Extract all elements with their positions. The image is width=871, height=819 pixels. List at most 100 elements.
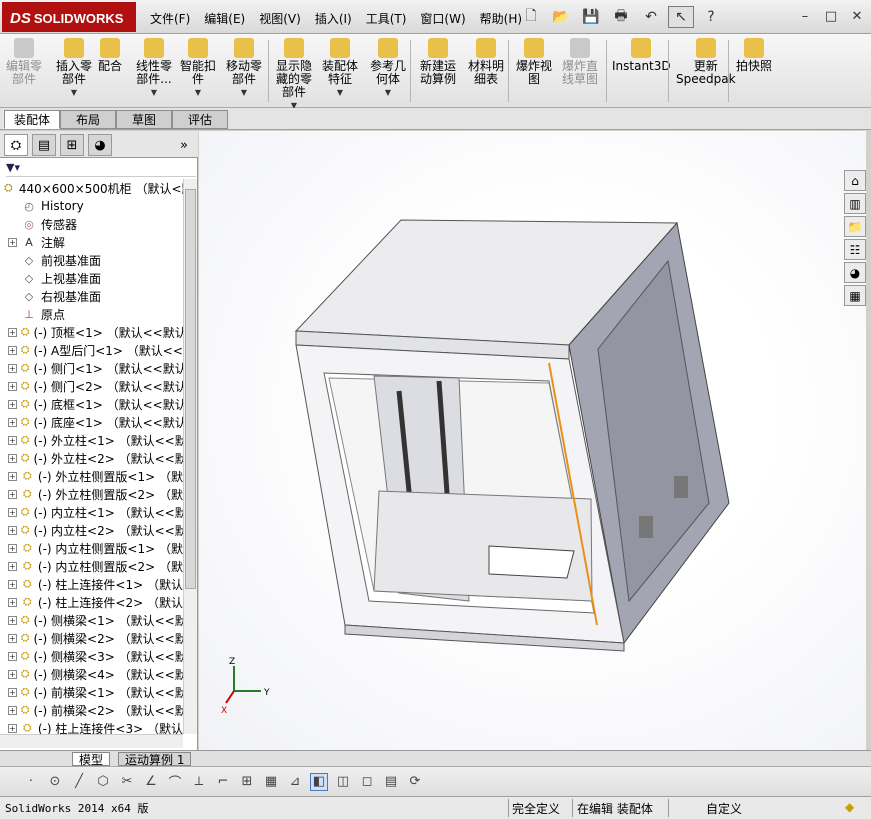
expand-icon[interactable]: + [8,489,17,499]
tree-row[interactable]: ◇ 右视基准面 [0,287,183,305]
expand-icon[interactable]: + [8,651,17,661]
ribbon-button-9[interactable]: 新建运 动算例 [420,38,456,86]
expand-icon[interactable]: + [8,453,17,463]
motion-study-tab[interactable]: 运动算例 1 [118,752,192,767]
print-icon[interactable]: 🖶 [608,6,634,28]
expand-icon[interactable]: + [8,705,17,715]
design-library-icon[interactable]: ▥ [844,193,866,214]
ribbon-button-0[interactable]: 编辑零 部件 [6,38,42,86]
ribbon-button-13[interactable]: Instant3D [612,38,671,73]
tree-row[interactable]: ⊥ 原点 [0,305,183,323]
menu-item-1[interactable]: 编辑(E) [204,10,245,27]
tree-row[interactable]: + ⛭ (-) 前横梁<2> （默认<<默 [0,701,183,719]
menu-item-5[interactable]: 窗口(W) [420,10,465,27]
tree-row[interactable]: ◇ 上视基准面 [0,269,183,287]
tree-row[interactable]: + ⛭ (-) 侧横梁<1> （默认<<默 [0,611,183,629]
expand-icon[interactable]: + [8,525,17,535]
ribbon-button-1[interactable]: 插入零 部件 ▼ [56,38,92,99]
save-icon[interactable]: 💾 [578,6,604,28]
line-icon[interactable]: ╱ [70,773,88,791]
open-folder-icon[interactable]: 📂 [548,6,574,28]
tree-row[interactable]: + ⛭ (-) 前横梁<1> （默认<<默 [0,683,183,701]
ribbon-button-15[interactable]: 拍快照 [736,38,772,73]
view-palette-icon[interactable]: ☷ [844,239,866,260]
maximize-icon[interactable]: □ [821,7,841,25]
rebuild-icon[interactable]: ⟳ [406,773,424,791]
tree-row[interactable]: ◎ 传感器 [0,215,183,233]
dropdown-arrow-icon[interactable]: ▼ [195,86,201,99]
dropdown-arrow-icon[interactable]: ▼ [337,86,343,99]
scrollbar-thumb[interactable] [185,189,196,589]
arc-icon[interactable]: ⌒ [166,773,184,791]
ribbon-button-10[interactable]: 材料明 细表 [468,38,504,86]
tree-row[interactable]: + ⛭ (-) 内立柱侧置版<1> （默 [0,539,183,557]
command-tab-1[interactable]: 布局 [60,110,116,129]
menu-item-0[interactable]: 文件(F) [150,10,190,27]
grid-icon[interactable]: ⊞ [238,773,256,791]
tree-filter[interactable]: ▼▾ [6,161,196,177]
tree-row[interactable]: + ⛭ (-) 内立柱<1> （默认<<默 [0,503,183,521]
close-icon[interactable]: ✕ [847,7,867,25]
home-icon[interactable]: ⌂ [844,170,866,191]
expand-icon[interactable]: + [8,597,17,607]
trim-icon[interactable]: ✂ [118,773,136,791]
polygon-icon[interactable]: ⬡ [94,773,112,791]
section-icon[interactable]: ▤ [382,773,400,791]
table-icon[interactable]: ▦ [262,773,280,791]
solidworks-logo[interactable]: DS SOLIDWORKS [2,2,136,32]
menu-item-2[interactable]: 视图(V) [259,10,301,27]
ribbon-button-2[interactable]: 配合 [98,38,122,73]
model-tab[interactable]: 模型 [72,752,111,767]
tree-row[interactable]: + ⛭ (-) 侧门<2> （默认<<默认 [0,377,183,395]
ribbon-button-4[interactable]: 智能扣 件 ▼ [180,38,216,99]
select-cursor-icon[interactable]: ↖ [668,6,694,28]
expand-icon[interactable]: + [8,363,17,373]
tree-row[interactable]: + ⛭ (-) 底座<1> （默认<<默认 [0,413,183,431]
custom-properties-icon[interactable]: ▦ [844,285,866,306]
tree-row[interactable]: + ⛭ (-) 底框<1> （默认<<默认 [0,395,183,413]
configuration-manager-tab-icon[interactable]: ⊞ [60,134,84,156]
expand-icon[interactable]: + [8,237,17,247]
ribbon-button-8[interactable]: 参考几 何体 ▼ [370,38,406,99]
expand-icon[interactable]: + [8,543,17,553]
corner-icon[interactable]: ⌐ [214,773,232,791]
dropdown-arrow-icon[interactable]: ▼ [241,86,247,99]
menu-item-4[interactable]: 工具(T) [366,10,407,27]
tree-row[interactable]: + ⛭ (-) 外立柱<2> （默认<<默 [0,449,183,467]
cabinet-model[interactable]: Z Y X [199,131,866,750]
feature-manager-tab-icon[interactable]: ⛭ [4,134,28,156]
property-manager-tab-icon[interactable]: ▤ [32,134,56,156]
expand-icon[interactable]: + [8,327,17,337]
measure-icon[interactable]: ⊿ [286,773,304,791]
tree-row[interactable]: + ⛭ (-) 外立柱侧置版<1> （默 [0,467,183,485]
expand-icon[interactable]: + [8,633,17,643]
appearances-icon[interactable]: ◕ [844,262,866,283]
circle-icon[interactable]: ⊙ [46,773,64,791]
minimize-icon[interactable]: – [795,7,815,25]
ribbon-button-11[interactable]: 爆炸视 图 [516,38,552,86]
tree-row[interactable]: + ⛭ (-) 外立柱<1> （默认<<默 [0,431,183,449]
command-tab-2[interactable]: 草图 [116,110,172,129]
help-icon[interactable]: ? [698,6,724,28]
tree-vertical-scrollbar[interactable] [183,179,197,734]
graphics-area[interactable]: Z Y X [199,131,866,750]
tree-row[interactable]: + ⛭ (-) 柱上连接件<1> （默认 [0,575,183,593]
ribbon-button-5[interactable]: 移动零 部件 ▼ [226,38,262,99]
tree-horizontal-scrollbar[interactable] [0,734,183,748]
hidden-lines-icon[interactable]: ◻ [358,773,376,791]
ribbon-button-14[interactable]: 更新 Speedpak [676,38,736,86]
tree-row[interactable]: + ⛭ (-) 内立柱侧置版<2> （默 [0,557,183,575]
ribbon-button-12[interactable]: 爆炸直 线草图 [562,38,598,86]
tree-row[interactable]: + ⛭ (-) 外立柱侧置版<2> （默 [0,485,183,503]
expand-icon[interactable]: + [8,399,17,409]
tree-row[interactable]: + ⛭ (-) 侧横梁<4> （默认<<默 [0,665,183,683]
shaded-view-icon[interactable]: ◧ [310,772,328,791]
menu-item-6[interactable]: 帮助(H) [480,10,522,27]
new-document-icon[interactable]: 🗋 [518,6,544,28]
tree-row[interactable]: ◴ History [0,197,183,215]
command-tab-0[interactable]: 装配体 [4,110,60,129]
dropdown-arrow-icon[interactable]: ▼ [71,86,77,99]
tree-row[interactable]: + ⛭ (-) A型后门<1> （默认<<默 [0,341,183,359]
ribbon-button-7[interactable]: 装配体 特征 ▼ [322,38,358,99]
expand-icon[interactable]: + [8,561,17,571]
